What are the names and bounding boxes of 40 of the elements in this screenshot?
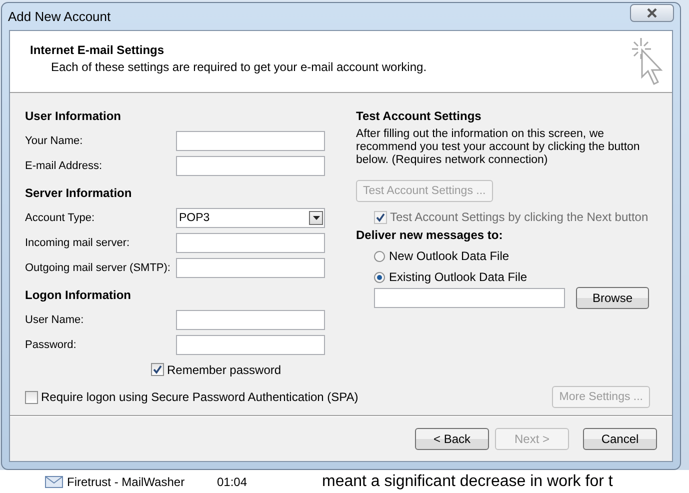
input-field[interactable] [176,310,325,330]
close-button[interactable] [630,4,674,22]
section-heading: Server Information [25,186,133,200]
field-label: Incoming mail server: [25,236,130,248]
article-text: meant a significant decrease in work for t [322,472,613,490]
field-label: Password: [25,338,76,350]
radio-option[interactable]: Existing Outlook Data File [374,270,656,284]
input-field[interactable] [176,156,325,176]
field-label: User Name: [25,314,84,326]
field-label: Outgoing mail server (SMTP): [25,262,170,274]
dropdown-arrow-icon [312,216,320,220]
input-field[interactable] [176,232,325,252]
description-text: After filling out the information on this screen, we recommend you test your account by clicking the button below. (Requires network connection) [356,128,641,167]
checkmark-icon [153,365,162,374]
message-time: 01:04 [217,474,248,488]
checkmark-icon [376,212,385,222]
close-icon [646,8,658,18]
input-field[interactable] [176,130,325,150]
message-sender: Firetrust - MailWasher [67,474,186,488]
data-file-field[interactable] [374,288,565,308]
field-label: Your Name: [25,134,83,146]
account-type-dropdown[interactable]: POP3 [176,208,325,228]
input-field[interactable] [176,258,325,278]
wizard-button[interactable]: Cancel [583,428,657,450]
field-label: E-mail Address: [25,160,102,172]
header-subtitle: Each of these settings are required to get your e-mail account working. [50,59,427,74]
section-heading: User Information [25,109,122,123]
envelope-icon [45,476,63,488]
spa-checkbox-option[interactable]: Require logon using Secure Password Authentication (SPA) [25,390,358,404]
field-label: Account Type: [25,212,95,224]
wizard-button[interactable]: < Back [415,428,489,450]
remember-password-checkbox-option[interactable]: Remember password [151,362,282,376]
section-heading: Logon Information [25,288,132,302]
radio-option[interactable]: New Outlook Data File [374,249,656,263]
window-title: Add New Account [8,9,111,24]
input-field[interactable] [176,334,325,354]
browse-button[interactable]: Browse [576,287,649,309]
section-heading: Deliver new messages to: [356,228,504,242]
header-title: Internet E-mail Settings [30,43,166,57]
section-heading: Test Account Settings [356,109,482,123]
